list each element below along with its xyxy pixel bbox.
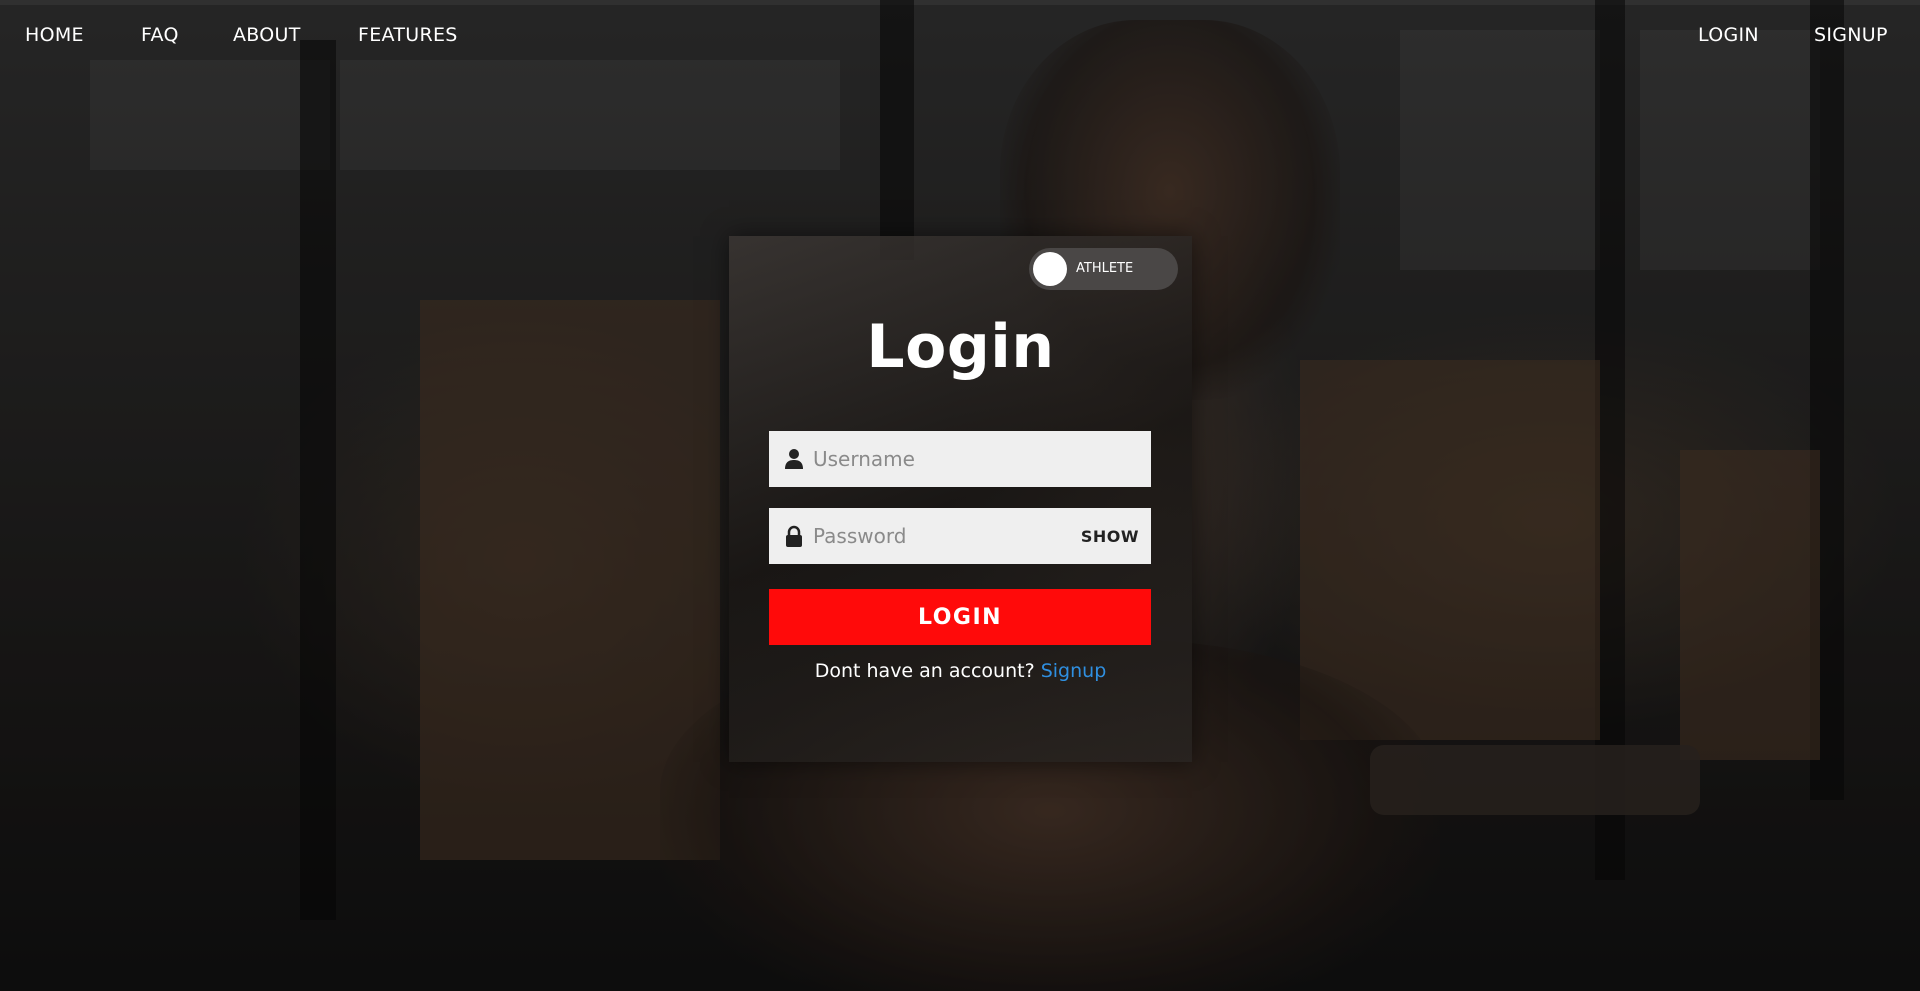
signup-prompt-text: Dont have an account?	[814, 660, 1035, 682]
nav-about[interactable]: ABOUT	[233, 24, 301, 46]
username-input[interactable]	[813, 431, 1073, 487]
username-field[interactable]	[769, 431, 1151, 487]
toggle-knob[interactable]	[1033, 252, 1067, 286]
user-icon	[783, 448, 805, 470]
login-card: ATHLETE Login SHOW LOGIN	[729, 236, 1192, 762]
show-password-button[interactable]: SHOW	[1081, 527, 1139, 546]
role-toggle[interactable]: ATHLETE	[1029, 248, 1178, 290]
lock-icon	[783, 525, 805, 547]
signup-link[interactable]: Signup	[1041, 660, 1107, 682]
signup-prompt: Dont have an account? Signup	[729, 660, 1192, 682]
password-input[interactable]	[813, 508, 1073, 564]
role-toggle-label: ATHLETE	[1076, 261, 1134, 276]
login-page: HOME FAQ ABOUT FEATURES LOGIN SIGNUP ATH…	[0, 0, 1920, 991]
nav-home[interactable]: HOME	[25, 24, 84, 46]
top-nav: HOME FAQ ABOUT FEATURES LOGIN SIGNUP	[0, 24, 1920, 54]
nav-login[interactable]: LOGIN	[1698, 24, 1759, 46]
password-field[interactable]: SHOW	[769, 508, 1151, 564]
nav-signup[interactable]: SIGNUP	[1814, 24, 1888, 46]
login-submit-button[interactable]: LOGIN	[769, 589, 1151, 645]
nav-features[interactable]: FEATURES	[358, 24, 458, 46]
nav-faq[interactable]: FAQ	[141, 24, 179, 46]
page-title: Login	[866, 312, 1055, 382]
